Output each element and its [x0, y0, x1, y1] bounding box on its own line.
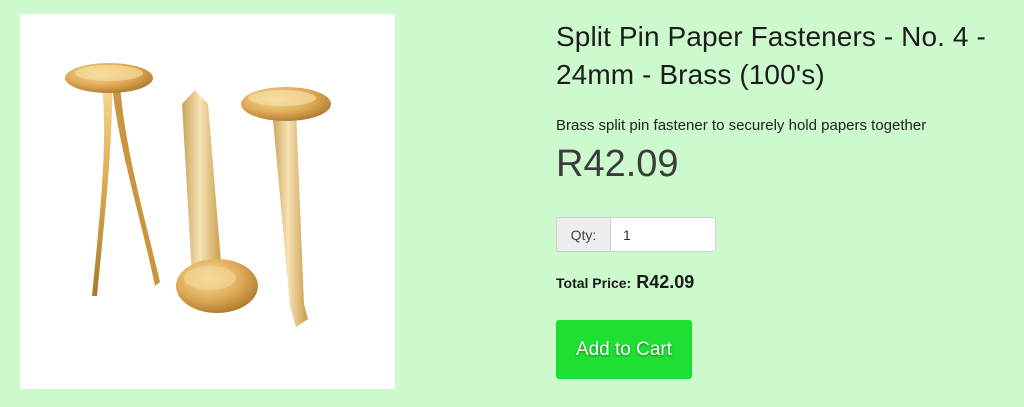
split-pin-fastener-image	[65, 63, 331, 327]
product-image	[20, 14, 395, 389]
quantity-label: Qty:	[556, 217, 610, 252]
product-info: Split Pin Paper Fasteners - No. 4 - 24mm…	[556, 18, 1006, 186]
fastener-open-legs	[65, 63, 160, 296]
total-price-value: R42.09	[636, 272, 695, 292]
product-price: R42.09	[556, 143, 679, 185]
quantity-field-group: Qty:	[556, 217, 716, 252]
quantity-input[interactable]	[610, 217, 716, 252]
fastener-flat	[176, 90, 258, 313]
add-to-cart-button[interactable]: Add to Cart	[556, 320, 692, 379]
total-price-label: Total Price:	[556, 275, 632, 291]
total-price: Total Price: R42.09	[556, 272, 694, 293]
product-description: Brass split pin fastener to securely hol…	[556, 117, 927, 134]
product-title: Split Pin Paper Fasteners - No. 4 - 24mm…	[556, 21, 986, 90]
